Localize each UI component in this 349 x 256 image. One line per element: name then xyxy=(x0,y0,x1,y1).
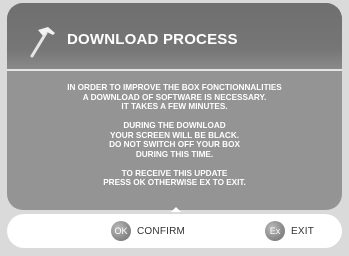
ok-key-icon: OK xyxy=(111,221,131,241)
dialog-header: DOWNLOAD PROCESS xyxy=(7,3,342,70)
dialog-title: DOWNLOAD PROCESS xyxy=(67,31,238,48)
exit-button[interactable]: Ex EXIT xyxy=(265,221,314,241)
exit-label: EXIT xyxy=(291,225,315,237)
dialog-message: IN ORDER TO IMPROVE THE BOX FONCTIONNALI… xyxy=(7,83,342,188)
message-spacer xyxy=(7,112,342,122)
header-divider xyxy=(7,69,342,71)
message-line: IN ORDER TO IMPROVE THE BOX FONCTIONNALI… xyxy=(67,83,282,92)
message-line: YOUR SCREEN WILL BE BLACK. xyxy=(109,130,240,140)
action-bar: OK CONFIRM Ex EXIT xyxy=(7,214,342,248)
message-line: DURING THE DOWNLOAD xyxy=(123,121,226,130)
confirm-button[interactable]: OK CONFIRM xyxy=(111,221,185,241)
message-line: DO NOT SWITCH OFF YOUR BOX xyxy=(109,140,240,149)
download-dialog: DOWNLOAD PROCESS IN ORDER TO IMPROVE THE… xyxy=(7,3,342,210)
message-line: PRESS OK OTHERWISE EX TO EXIT. xyxy=(103,178,246,187)
message-line: DURING THIS TIME. xyxy=(135,149,214,159)
download-screen: DOWNLOAD PROCESS IN ORDER TO IMPROVE THE… xyxy=(0,0,349,256)
message-line: TO RECEIVE THIS UPDATE xyxy=(121,168,228,178)
pointer-arrow-icon xyxy=(171,207,181,212)
exit-key-icon: Ex xyxy=(265,221,285,241)
message-line: A DOWNLOAD OF SOFTWARE IS NECESSARY. xyxy=(82,92,267,102)
hammer-icon xyxy=(30,27,55,58)
confirm-label: CONFIRM xyxy=(137,225,186,237)
message-line: IT TAKES A FEW MINUTES. xyxy=(121,102,228,111)
message-spacer xyxy=(7,159,342,169)
